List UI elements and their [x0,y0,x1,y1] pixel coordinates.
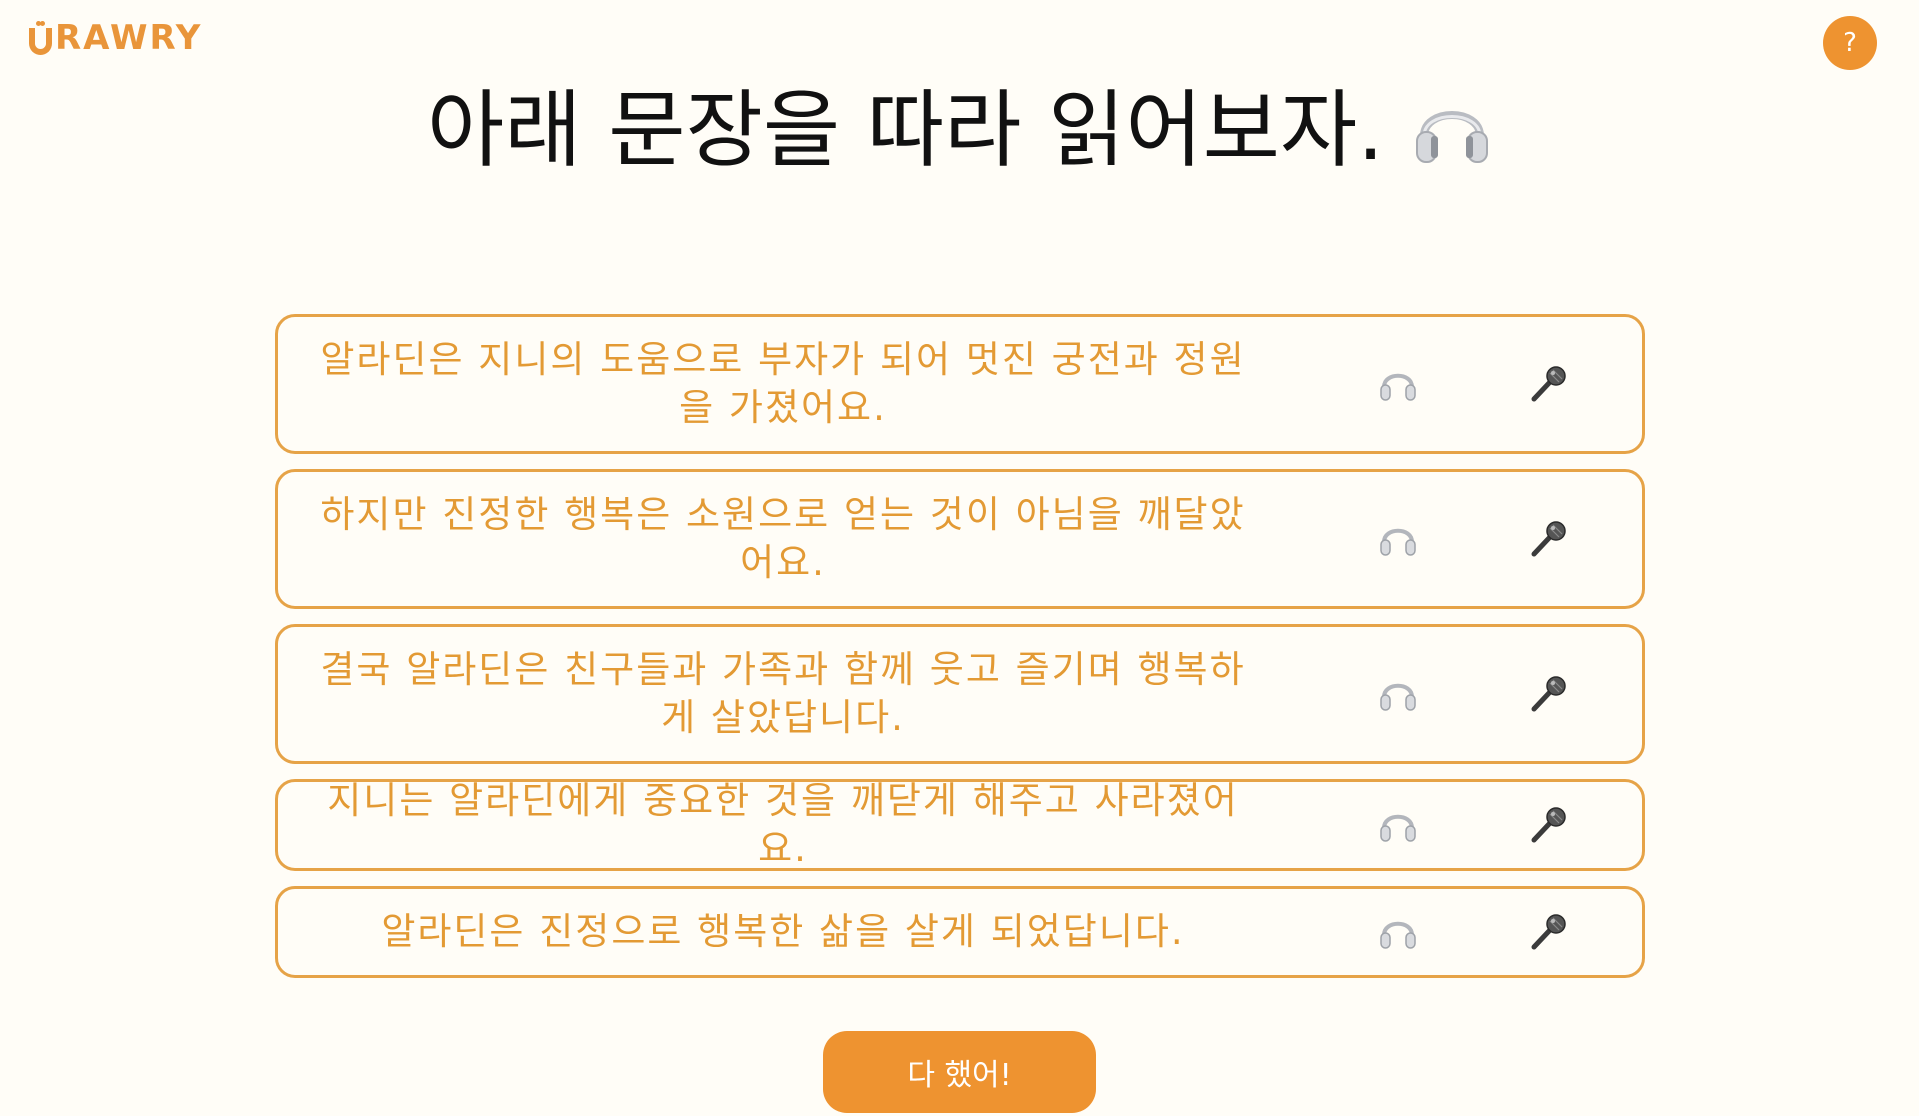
sentence-text: 알라딘은 지니의 도움으로 부자가 되어 멋진 궁전과 정원을 가졌어요. [320,338,1246,429]
sentence-text: 알라딘은 진정으로 행복한 삶을 살게 되었답니다. [381,910,1185,953]
microphone-icon[interactable] [1518,795,1578,855]
headphones-icon[interactable] [1368,664,1428,724]
sentence-card: 결국 알라딘은 친구들과 가족과 함께 웃고 즐기며 행복하게 살았답니다. [275,624,1645,764]
sentence-card: 알라딘은 지니의 도움으로 부자가 되어 멋진 궁전과 정원을 가졌어요. [275,314,1645,454]
sentence-card: 알라딘은 진정으로 행복한 삶을 살게 되었답니다. [275,886,1645,978]
headphones-icon[interactable] [1368,509,1428,569]
logo-text: RAWRY [55,18,203,58]
page-title: 아래 문장을 따라 읽어보자. [427,81,1384,179]
headphones-icon[interactable] [1368,902,1428,962]
headphones-icon[interactable] [1368,795,1428,855]
logo-mark-icon [29,20,52,55]
brand-logo[interactable]: RAWRY [29,18,202,58]
sentence-card: 하지만 진정한 행복은 소원으로 얻는 것이 아님을 깨달았어요. [275,469,1645,609]
sentence-list: 알라딘은 지니의 도움으로 부자가 되어 멋진 궁전과 정원을 가졌어요. 하지… [275,314,1645,993]
help-button[interactable]: ? [1823,16,1877,70]
sentence-text: 지니는 알라딘에게 중요한 것을 깨닫게 해주고 사라졌어요. [327,779,1239,870]
microphone-icon[interactable] [1518,902,1578,962]
headphones-icon[interactable] [1368,354,1428,414]
done-button[interactable]: 다 했어! [823,1031,1096,1113]
page: RAWRY ? 아래 문장을 따라 읽어보자. 알라딘은 지니의 도움으로 부자… [0,0,1919,1116]
title-row: 아래 문장을 따라 읽어보자. [0,88,1919,172]
microphone-icon[interactable] [1518,354,1578,414]
microphone-icon[interactable] [1518,509,1578,569]
sentence-text: 결국 알라딘은 친구들과 가족과 함께 웃고 즐기며 행복하게 살았답니다. [320,648,1246,739]
headphones-icon [1412,90,1492,170]
microphone-icon[interactable] [1518,664,1578,724]
sentence-card: 지니는 알라딘에게 중요한 것을 깨닫게 해주고 사라졌어요. [275,779,1645,871]
sentence-text: 하지만 진정한 행복은 소원으로 얻는 것이 아님을 깨달았어요. [320,493,1246,584]
